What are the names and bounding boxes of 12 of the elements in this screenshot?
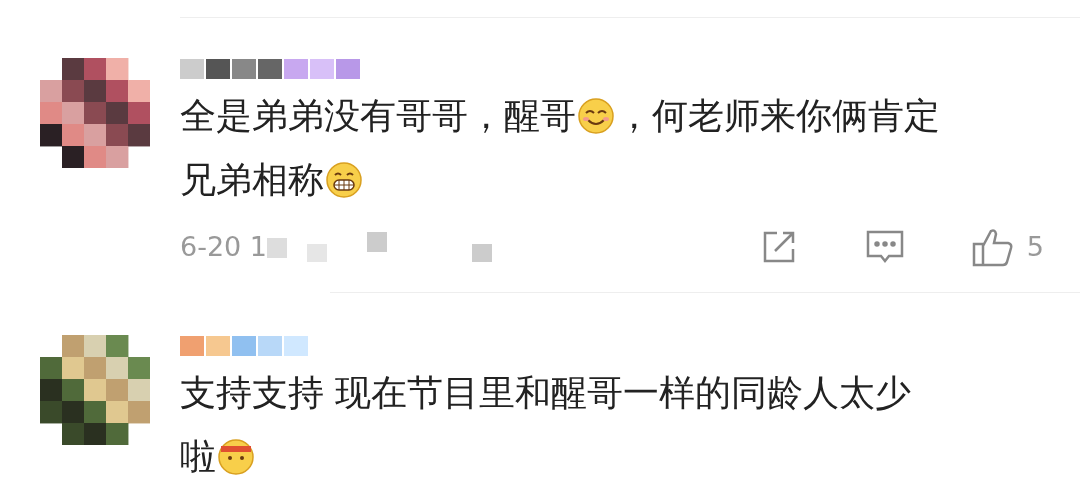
smiling-face-icon — [577, 97, 615, 135]
like-count: 5 — [1026, 229, 1044, 264]
comment-text: ，何老师来你俩肯定 — [616, 94, 940, 138]
headband-face-icon — [217, 438, 255, 476]
comment-text: 啦 — [180, 435, 216, 479]
comment-text: 全是弟弟没有哥哥，醒哥 — [180, 94, 576, 138]
comment-icon[interactable] — [864, 229, 905, 265]
thumbs-up-icon[interactable] — [970, 226, 1015, 268]
timestamp: 6-20 1 — [180, 229, 268, 264]
comment-text: 支持支持 现在节目里和醒哥一样的同龄人太少 — [180, 371, 912, 415]
grinning-face-icon — [325, 161, 363, 199]
comment-text: 兄弟相称 — [180, 158, 324, 202]
